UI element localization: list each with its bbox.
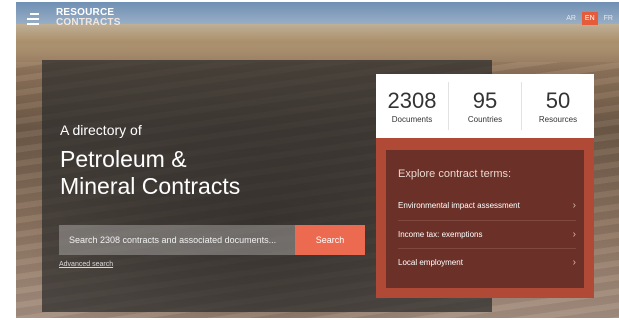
top-navigation-bar: RESOURCE CONTRACTS AR EN FR [16, 2, 619, 38]
advanced-search-link[interactable]: Advanced search [59, 261, 113, 268]
stat-resources[interactable]: 50 Resources [521, 82, 594, 130]
chevron-right-icon: › [572, 228, 576, 240]
explore-title: Explore contract terms: [398, 168, 512, 180]
stat-value: 95 [472, 87, 498, 113]
menu-icon[interactable] [22, 8, 44, 30]
stats-box: 2308 Documents 95 Countries 50 Resources [376, 74, 594, 138]
stat-label: Documents [391, 114, 433, 124]
term-link-income-tax[interactable]: Income tax: exemptions › [398, 220, 576, 247]
chevron-right-icon: › [572, 199, 576, 211]
stat-value: 50 [545, 87, 571, 113]
stat-documents[interactable]: 2308 Documents [376, 82, 448, 130]
term-label: Environmental impact assessment [398, 200, 520, 210]
term-label: Local employment [398, 257, 463, 267]
stat-value: 2308 [387, 87, 437, 113]
language-en[interactable]: EN [581, 12, 598, 25]
term-label: Income tax: exemptions [398, 229, 483, 239]
term-link-environmental-impact[interactable]: Environmental impact assessment › [398, 192, 576, 218]
language-switcher: AR EN FR [564, 12, 615, 25]
site-logo[interactable]: RESOURCE CONTRACTS [56, 8, 121, 28]
hero-intro: A directory of [60, 122, 142, 138]
search-button[interactable]: Search [295, 225, 365, 255]
hero-title-line-1: Petroleum & [60, 146, 187, 172]
chevron-right-icon: › [572, 256, 576, 268]
search-form: Search [59, 225, 365, 255]
logo-line-2: CONTRACTS [56, 17, 121, 28]
term-link-local-employment[interactable]: Local employment › [398, 248, 576, 275]
hero-title: Petroleum & Mineral Contracts [60, 146, 240, 200]
stat-label: Countries [467, 114, 503, 124]
language-fr[interactable]: FR [602, 13, 615, 24]
stat-countries[interactable]: 95 Countries [448, 82, 521, 130]
explore-terms-box: Explore contract terms: Environmental im… [376, 138, 594, 298]
hero-title-line-2: Mineral Contracts [60, 173, 241, 199]
search-input[interactable] [59, 225, 295, 255]
stat-label: Resources [538, 114, 578, 124]
explore-terms-inner: Explore contract terms: Environmental im… [386, 150, 584, 288]
language-ar[interactable]: AR [564, 13, 578, 24]
